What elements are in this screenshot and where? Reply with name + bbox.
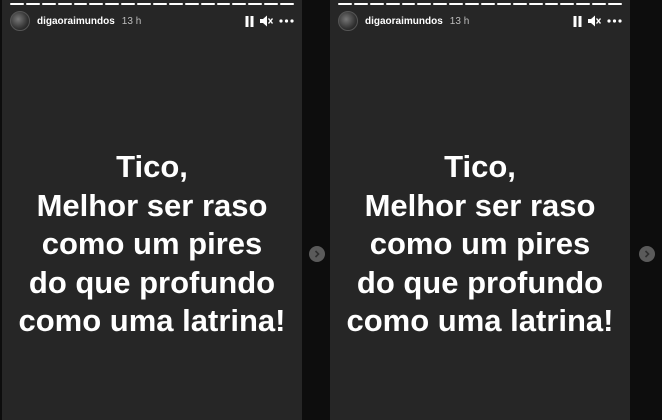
story-text-line: como um pires (41, 226, 263, 261)
progress-segment (121, 3, 136, 5)
progress-segment (153, 3, 167, 5)
story-header: digaoraimundos 13 h (10, 10, 294, 32)
progress-segment (216, 3, 231, 5)
post-time: 13 h (121, 15, 142, 27)
progress-segment (10, 3, 24, 5)
story-text-line: Melhor ser raso (36, 187, 268, 223)
story-text-line: Melhor ser raso (364, 187, 596, 223)
progress-segment (184, 3, 199, 5)
progress-segment (401, 3, 416, 5)
story-text-line: do que profundo (356, 264, 604, 300)
story-panel-1[interactable]: digaoraimundos 13 h Tico, Melhor ser ras… (2, 0, 302, 420)
username[interactable]: digaoraimundos (37, 16, 115, 27)
progress-segment (608, 3, 623, 5)
post-time: 13 h (449, 15, 470, 27)
progress-segment (528, 3, 543, 5)
progress-segment (353, 3, 368, 5)
story-text: Tico, Melhor ser raso como um pires do q… (330, 148, 630, 341)
story-controls (573, 14, 622, 28)
next-story-button[interactable] (309, 246, 325, 262)
progress-segment (449, 3, 464, 5)
story-text-line: Tico, (444, 149, 516, 184)
progress-segment (481, 3, 495, 5)
progress-segment (280, 3, 295, 5)
avatar[interactable] (10, 11, 30, 31)
story-controls (245, 14, 294, 28)
progress-segment (433, 3, 448, 5)
progress-segment (57, 3, 72, 5)
progress-segment (41, 3, 56, 5)
page-gap-middle (302, 0, 330, 420)
progress-segment (544, 3, 559, 5)
story-text-line: Tico, (116, 149, 188, 184)
story-text: Tico, Melhor ser raso como um pires do q… (2, 148, 302, 341)
more-options-icon[interactable] (279, 14, 294, 28)
speaker-muted-icon[interactable] (588, 14, 601, 28)
progress-segment (560, 3, 575, 5)
pause-icon[interactable] (245, 14, 254, 28)
progress-segment (25, 3, 40, 5)
progress-segment (89, 3, 104, 5)
story-header: digaoraimundos 13 h (338, 10, 622, 32)
story-text-line: como uma latrina! (18, 303, 286, 338)
progress-segment (105, 3, 120, 5)
progress-segment (200, 3, 215, 5)
pause-icon[interactable] (573, 14, 582, 28)
progress-segment (417, 3, 432, 5)
progress-segment (264, 3, 279, 5)
more-options-icon[interactable] (607, 14, 622, 28)
story-text-line: do que profundo (28, 264, 276, 300)
progress-segment (232, 3, 247, 5)
chevron-right-icon (644, 250, 650, 258)
progress-segment (168, 3, 183, 5)
progress-segment (137, 3, 152, 5)
progress-segment (338, 3, 352, 5)
progress-segment (465, 3, 480, 5)
speaker-muted-icon[interactable] (260, 14, 273, 28)
page-gap-right (630, 0, 662, 420)
progress-segment (496, 3, 511, 5)
username[interactable]: digaoraimundos (365, 16, 443, 27)
progress-segment (369, 3, 384, 5)
story-panel-2[interactable]: digaoraimundos 13 h Tico, Melhor ser ras… (330, 0, 630, 420)
progress-segment (385, 3, 400, 5)
story-text-line: como um pires (369, 226, 591, 261)
progress-segment (248, 3, 263, 5)
progress-segment (592, 3, 607, 5)
progress-segment (73, 3, 88, 5)
progress-segment (512, 3, 527, 5)
next-story-button[interactable] (639, 246, 655, 262)
avatar[interactable] (338, 11, 358, 31)
story-progress-bars (338, 2, 623, 6)
chevron-right-icon (314, 250, 320, 258)
story-progress-bars (10, 2, 295, 6)
progress-segment (576, 3, 591, 5)
story-text-line: como uma latrina! (346, 303, 614, 338)
